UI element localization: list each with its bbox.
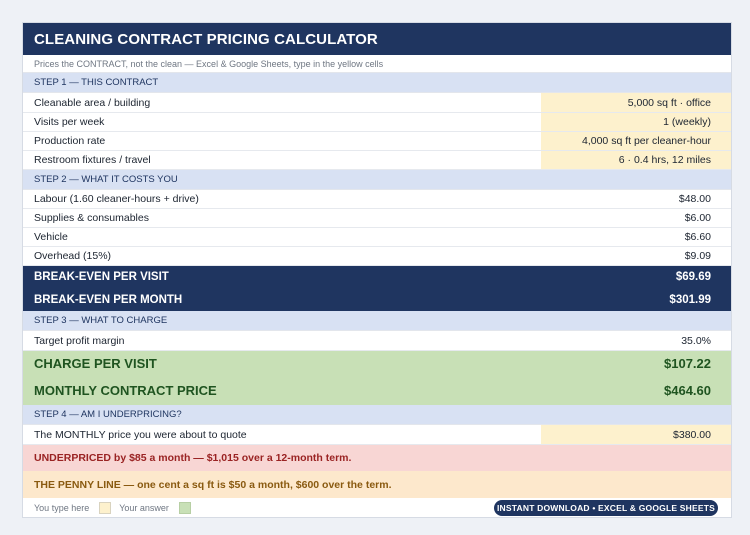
fixtures-input-cell[interactable]: 6 · 0.4 hrs, 12 miles xyxy=(541,151,731,169)
row-label: Production rate xyxy=(34,135,106,147)
input-row-area: Cleanable area / building 5,000 sq ft · … xyxy=(23,93,731,113)
charge-visit-band: CHARGE PER VISIT $107.22 xyxy=(23,351,731,376)
page-title: CLEANING CONTRACT PRICING CALCULATOR xyxy=(23,23,731,55)
cost-value: $48.00 xyxy=(678,193,711,205)
legend-footer: You type here Your answer INSTANT DOWNLO… xyxy=(23,498,731,517)
margin-value: 35.0% xyxy=(681,334,711,347)
green-swatch-icon xyxy=(178,501,191,514)
breakeven-month-value: $301.99 xyxy=(669,293,711,306)
cost-row-overhead: Overhead (15%) $9.09 xyxy=(23,247,731,266)
quote-row: The MONTHLY price you were about to quot… xyxy=(23,425,731,445)
quote-input-cell[interactable]: $380.00 xyxy=(541,425,731,444)
row-label: Overhead (15%) xyxy=(34,250,112,262)
cost-value: $6.60 xyxy=(684,231,711,243)
breakeven-month-label: BREAK-EVEN PER MONTH xyxy=(34,293,183,306)
row-label: Target profit margin xyxy=(34,334,125,347)
cost-row-vehicle: Vehicle $6.60 xyxy=(23,228,731,247)
page-subtitle: Prices the CONTRACT, not the clean — Exc… xyxy=(23,55,731,73)
penny-line-alert: THE PENNY LINE — one cent a sq ft is $50… xyxy=(23,471,731,498)
row-label: Labour (1.60 cleaner-hours + drive) xyxy=(34,193,199,205)
input-row-visits: Visits per week 1 (weekly) xyxy=(23,113,731,132)
input-row-production: Production rate 4,000 sq ft per cleaner-… xyxy=(23,132,731,151)
legend-answer-label: Your answer xyxy=(119,502,169,513)
legend-type-here-label: You type here xyxy=(34,502,90,513)
cost-value: $6.00 xyxy=(684,212,711,224)
yellow-swatch-icon xyxy=(99,501,112,514)
step-2-header: STEP 2 — WHAT IT COSTS YOU xyxy=(23,170,731,190)
cost-value: $9.09 xyxy=(684,250,711,262)
cost-row-labour: Labour (1.60 cleaner-hours + drive) $48.… xyxy=(23,190,731,209)
margin-row: Target profit margin 35.0% xyxy=(23,331,731,351)
monthly-price-value: $464.60 xyxy=(664,383,711,398)
breakeven-month-band: BREAK-EVEN PER MONTH $301.99 xyxy=(23,288,731,311)
step-3-header: STEP 3 — WHAT TO CHARGE xyxy=(23,311,731,331)
download-badge[interactable]: INSTANT DOWNLOAD • EXCEL & GOOGLE SHEETS xyxy=(494,500,718,516)
monthly-price-label: MONTHLY CONTRACT PRICE xyxy=(34,383,217,398)
input-row-fixtures: Restroom fixtures / travel 6 · 0.4 hrs, … xyxy=(23,151,731,170)
area-input-cell[interactable]: 5,000 sq ft · office xyxy=(541,93,731,112)
monthly-price-band: MONTHLY CONTRACT PRICE $464.60 xyxy=(23,376,731,405)
cost-row-supplies: Supplies & consumables $6.00 xyxy=(23,209,731,228)
charge-visit-value: $107.22 xyxy=(664,356,711,371)
row-label: Vehicle xyxy=(34,231,68,243)
visits-input-cell[interactable]: 1 (weekly) xyxy=(541,113,731,131)
step-1-header: STEP 1 — THIS CONTRACT xyxy=(23,73,731,93)
row-label: The MONTHLY price you were about to quot… xyxy=(34,428,247,441)
row-label: Supplies & consumables xyxy=(34,212,149,224)
step-4-header: STEP 4 — AM I UNDERPRICING? xyxy=(23,405,731,425)
breakeven-visit-band: BREAK-EVEN PER VISIT $69.69 xyxy=(23,266,731,288)
calculator-sheet: CLEANING CONTRACT PRICING CALCULATOR Pri… xyxy=(22,22,732,518)
row-label: Visits per week xyxy=(34,116,105,128)
row-label: Restroom fixtures / travel xyxy=(34,154,151,166)
breakeven-visit-value: $69.69 xyxy=(675,271,711,283)
row-label: Cleanable area / building xyxy=(34,96,151,109)
breakeven-visit-label: BREAK-EVEN PER VISIT xyxy=(34,271,169,283)
underpriced-alert: UNDERPRICED by $85 a month — $1,015 over… xyxy=(23,445,731,471)
charge-visit-label: CHARGE PER VISIT xyxy=(34,356,157,371)
production-input-cell[interactable]: 4,000 sq ft per cleaner-hour xyxy=(541,132,731,150)
